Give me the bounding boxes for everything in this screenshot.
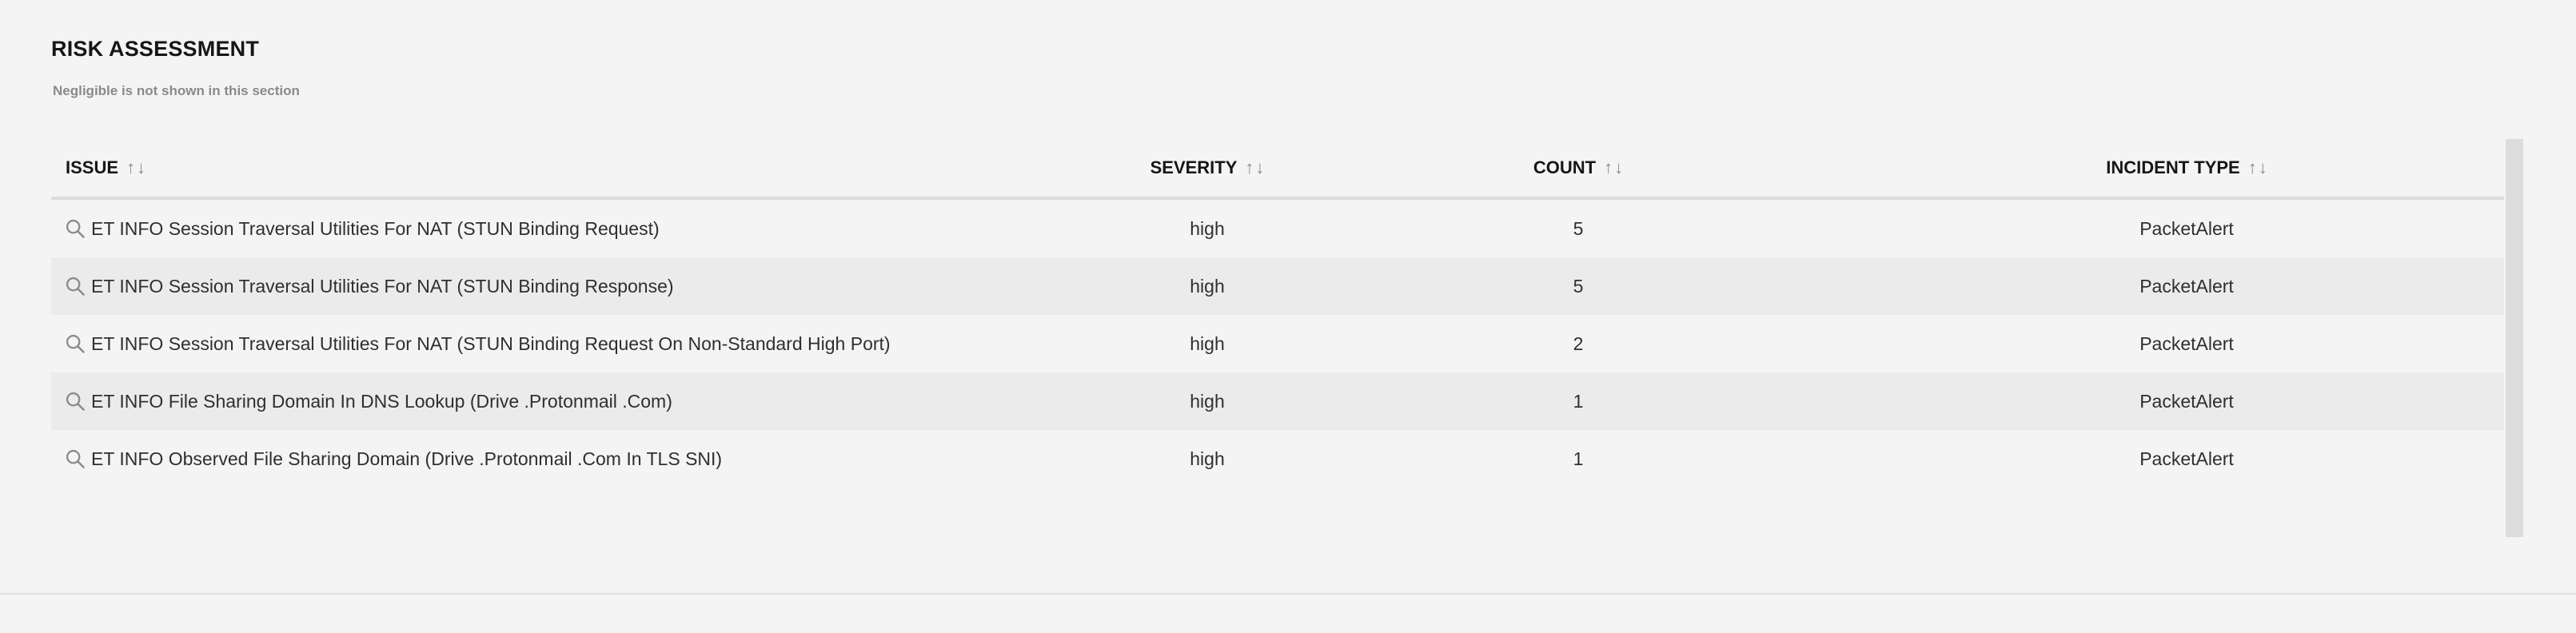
issue-cell[interactable]: ET INFO File Sharing Domain In DNS Looku… bbox=[64, 372, 672, 430]
column-header-severity[interactable]: SEVERITY ↑ ↓ bbox=[1095, 139, 1319, 197]
issue-cell[interactable]: ET INFO Session Traversal Utilities For … bbox=[64, 200, 660, 257]
table-row[interactable]: ET INFO Observed File Sharing Domain (Dr… bbox=[51, 430, 2504, 488]
table-row[interactable]: ET INFO Session Traversal Utilities For … bbox=[51, 315, 2504, 372]
sort-arrows-icon[interactable]: ↑ ↓ bbox=[1604, 157, 1623, 178]
count-cell: 2 bbox=[1573, 332, 1584, 354]
vertical-scrollbar[interactable] bbox=[2506, 139, 2523, 537]
column-header-label: INCIDENT TYPE bbox=[2106, 157, 2240, 177]
sort-up-icon[interactable]: ↑ bbox=[1245, 157, 1254, 178]
table-row[interactable]: ET INFO File Sharing Domain In DNS Looku… bbox=[51, 372, 2504, 430]
table-row[interactable]: ET INFO Session Traversal Utilities For … bbox=[51, 200, 2504, 257]
count-cell: 5 bbox=[1573, 275, 1584, 297]
column-header-issue[interactable]: ISSUE ↑ ↓ bbox=[66, 139, 146, 197]
incident-type-cell: PacketAlert bbox=[2139, 390, 2234, 412]
issue-cell[interactable]: ET INFO Session Traversal Utilities For … bbox=[64, 257, 674, 315]
issue-name: ET INFO Session Traversal Utilities For … bbox=[91, 275, 674, 297]
sort-up-icon[interactable]: ↑ bbox=[2248, 157, 2257, 178]
column-header-incident-type[interactable]: INCIDENT TYPE ↑ ↓ bbox=[2031, 139, 2343, 197]
sort-down-icon[interactable]: ↓ bbox=[1614, 157, 1623, 178]
issue-name: ET INFO Observed File Sharing Domain (Dr… bbox=[91, 448, 723, 469]
section-divider bbox=[0, 593, 2576, 595]
count-cell: 5 bbox=[1573, 217, 1584, 239]
column-header-label: ISSUE bbox=[66, 157, 119, 177]
issue-cell[interactable]: ET INFO Observed File Sharing Domain (Dr… bbox=[64, 430, 722, 488]
sort-up-icon[interactable]: ↑ bbox=[126, 157, 135, 178]
severity-cell: high bbox=[1190, 217, 1225, 239]
column-header-count[interactable]: COUNT ↑ ↓ bbox=[1474, 139, 1682, 197]
risk-table: ISSUE ↑ ↓ SEVERITY ↑ ↓ COUNT ↑ ↓ INCIDEN… bbox=[51, 139, 2504, 539]
count-cell: 1 bbox=[1573, 390, 1584, 412]
column-header-label: SEVERITY bbox=[1150, 157, 1238, 177]
sort-down-icon[interactable]: ↓ bbox=[137, 157, 146, 178]
section-title: RISK ASSESSMENT bbox=[51, 37, 260, 61]
severity-cell: high bbox=[1190, 332, 1225, 354]
sort-arrows-icon[interactable]: ↑ ↓ bbox=[2248, 157, 2267, 178]
incident-type-cell: PacketAlert bbox=[2139, 332, 2234, 354]
table-row[interactable]: ET INFO Session Traversal Utilities For … bbox=[51, 257, 2504, 315]
sort-arrows-icon[interactable]: ↑ ↓ bbox=[1245, 157, 1264, 178]
severity-cell: high bbox=[1190, 275, 1225, 297]
column-header-label: COUNT bbox=[1533, 157, 1597, 177]
issue-name: ET INFO Session Traversal Utilities For … bbox=[91, 217, 660, 239]
sort-down-icon[interactable]: ↓ bbox=[1255, 157, 1264, 178]
search-icon[interactable] bbox=[64, 390, 86, 412]
count-cell: 1 bbox=[1573, 448, 1584, 469]
severity-cell: high bbox=[1190, 448, 1225, 469]
severity-cell: high bbox=[1190, 390, 1225, 412]
search-icon[interactable] bbox=[64, 275, 86, 297]
search-icon[interactable] bbox=[64, 332, 86, 355]
incident-type-cell: PacketAlert bbox=[2139, 448, 2234, 469]
search-icon[interactable] bbox=[64, 448, 86, 470]
section-subtitle: Negligible is not shown in this section bbox=[53, 83, 300, 98]
sort-up-icon[interactable]: ↑ bbox=[1604, 157, 1613, 178]
issue-name: ET INFO File Sharing Domain In DNS Looku… bbox=[91, 390, 672, 412]
issue-name: ET INFO Session Traversal Utilities For … bbox=[91, 332, 891, 354]
issue-cell[interactable]: ET INFO Session Traversal Utilities For … bbox=[64, 315, 891, 372]
search-icon[interactable] bbox=[64, 217, 86, 240]
incident-type-cell: PacketAlert bbox=[2139, 275, 2234, 297]
sort-arrows-icon[interactable]: ↑ ↓ bbox=[126, 157, 146, 178]
table-header: ISSUE ↑ ↓ SEVERITY ↑ ↓ COUNT ↑ ↓ INCIDEN… bbox=[51, 139, 2504, 200]
sort-down-icon[interactable]: ↓ bbox=[2259, 157, 2267, 178]
incident-type-cell: PacketAlert bbox=[2139, 217, 2234, 239]
